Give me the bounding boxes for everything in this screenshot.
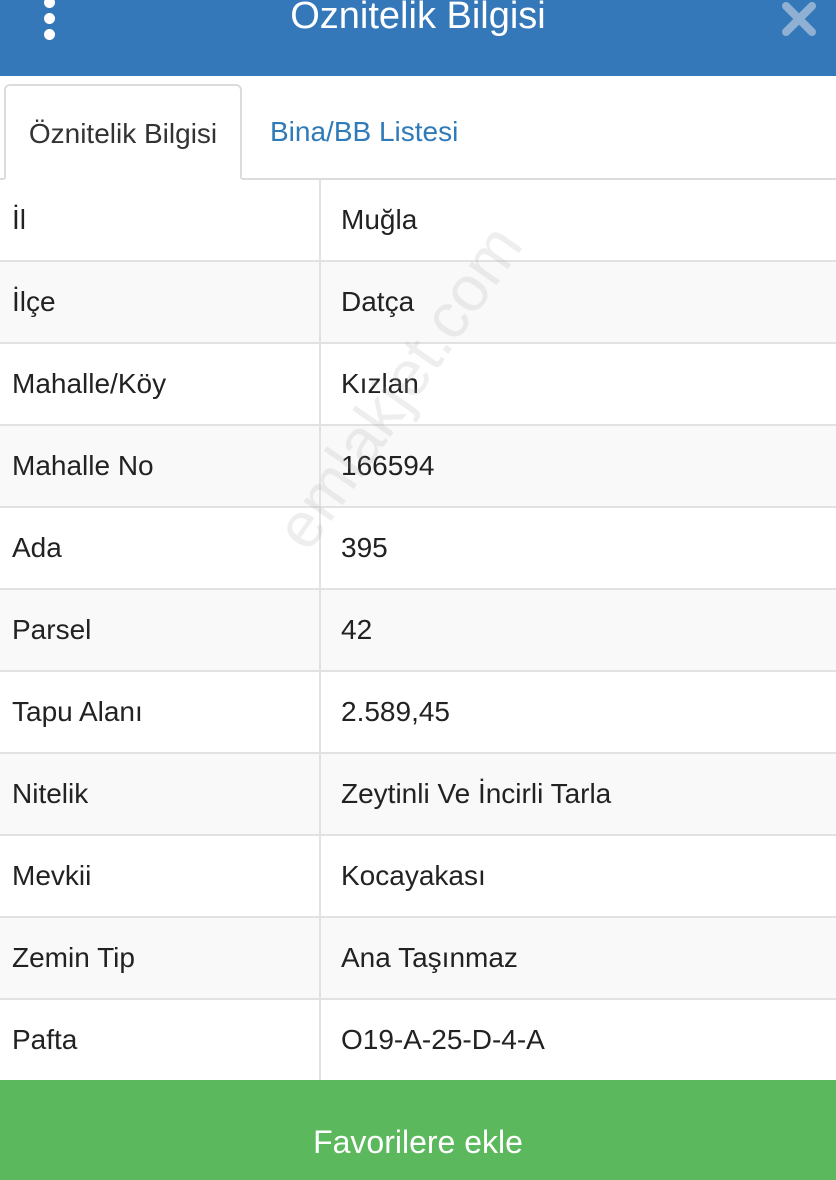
table-row: Ada 395 [0,508,836,590]
row-value: 395 [341,532,388,563]
row-label: Ada [12,532,62,563]
column-divider [319,836,321,916]
table-row: Mahalle/Köy Kızlan [0,344,836,426]
row-label: Pafta [12,1024,78,1055]
tab-oznitelik-bilgisi[interactable]: Öznitelik Bilgisi [4,84,242,180]
add-to-favorites-button[interactable]: Favorilere ekle [0,1080,836,1180]
column-divider [319,590,321,670]
row-value: Zeytinli Ve İncirli Tarla [341,778,612,809]
table-row: Zemin Tip Ana Taşınmaz [0,918,836,1000]
table-row: Pafta O19-A-25-D-4-A [0,1000,836,1082]
column-divider [319,672,321,752]
row-label: İlçe [12,286,56,317]
row-value: Muğla [341,204,418,235]
column-divider [319,426,321,506]
row-value: Kızlan [341,368,419,399]
column-divider [319,262,321,342]
page-title: Öznitelik Bilgisi [290,0,546,37]
table-row: Mevkii Kocayakası [0,836,836,918]
row-value: 2.589,45 [341,696,450,727]
tab-bar: Öznitelik Bilgisi Bina/BB Listesi [0,76,836,180]
column-divider [319,180,321,260]
table-row: Parsel 42 [0,590,836,672]
row-label: İl [12,204,26,235]
column-divider [319,508,321,588]
row-value: O19-A-25-D-4-A [341,1024,545,1055]
row-label: Mahalle/Köy [12,368,167,399]
row-label: Mevkii [12,860,92,891]
table-row: Tapu Alanı 2.589,45 [0,672,836,754]
column-divider [319,1000,321,1080]
close-icon[interactable] [774,0,824,40]
row-value: 42 [341,614,373,645]
row-value: 166594 [341,450,435,481]
row-label: Nitelik [12,778,89,809]
attribute-table: İl Muğla İlçe Datça Mahalle/Köy Kızlan M… [0,180,836,1082]
column-divider [319,918,321,998]
table-row: Mahalle No 166594 [0,426,836,508]
row-value: Ana Taşınmaz [341,942,518,973]
row-value: Datça [341,286,415,317]
column-divider [319,344,321,424]
row-label: Zemin Tip [12,942,135,973]
row-label: Tapu Alanı [12,696,143,727]
table-row: Nitelik Zeytinli Ve İncirli Tarla [0,754,836,836]
table-row: İlçe Datça [0,262,836,344]
row-label: Mahalle No [12,450,154,481]
header-bar: Öznitelik Bilgisi [0,0,836,76]
table-row: İl Muğla [0,180,836,262]
column-divider [319,754,321,834]
tab-bina-bb-listesi[interactable]: Bina/BB Listesi [270,84,458,180]
row-value: Kocayakası [341,860,486,891]
row-label: Parsel [12,614,92,645]
